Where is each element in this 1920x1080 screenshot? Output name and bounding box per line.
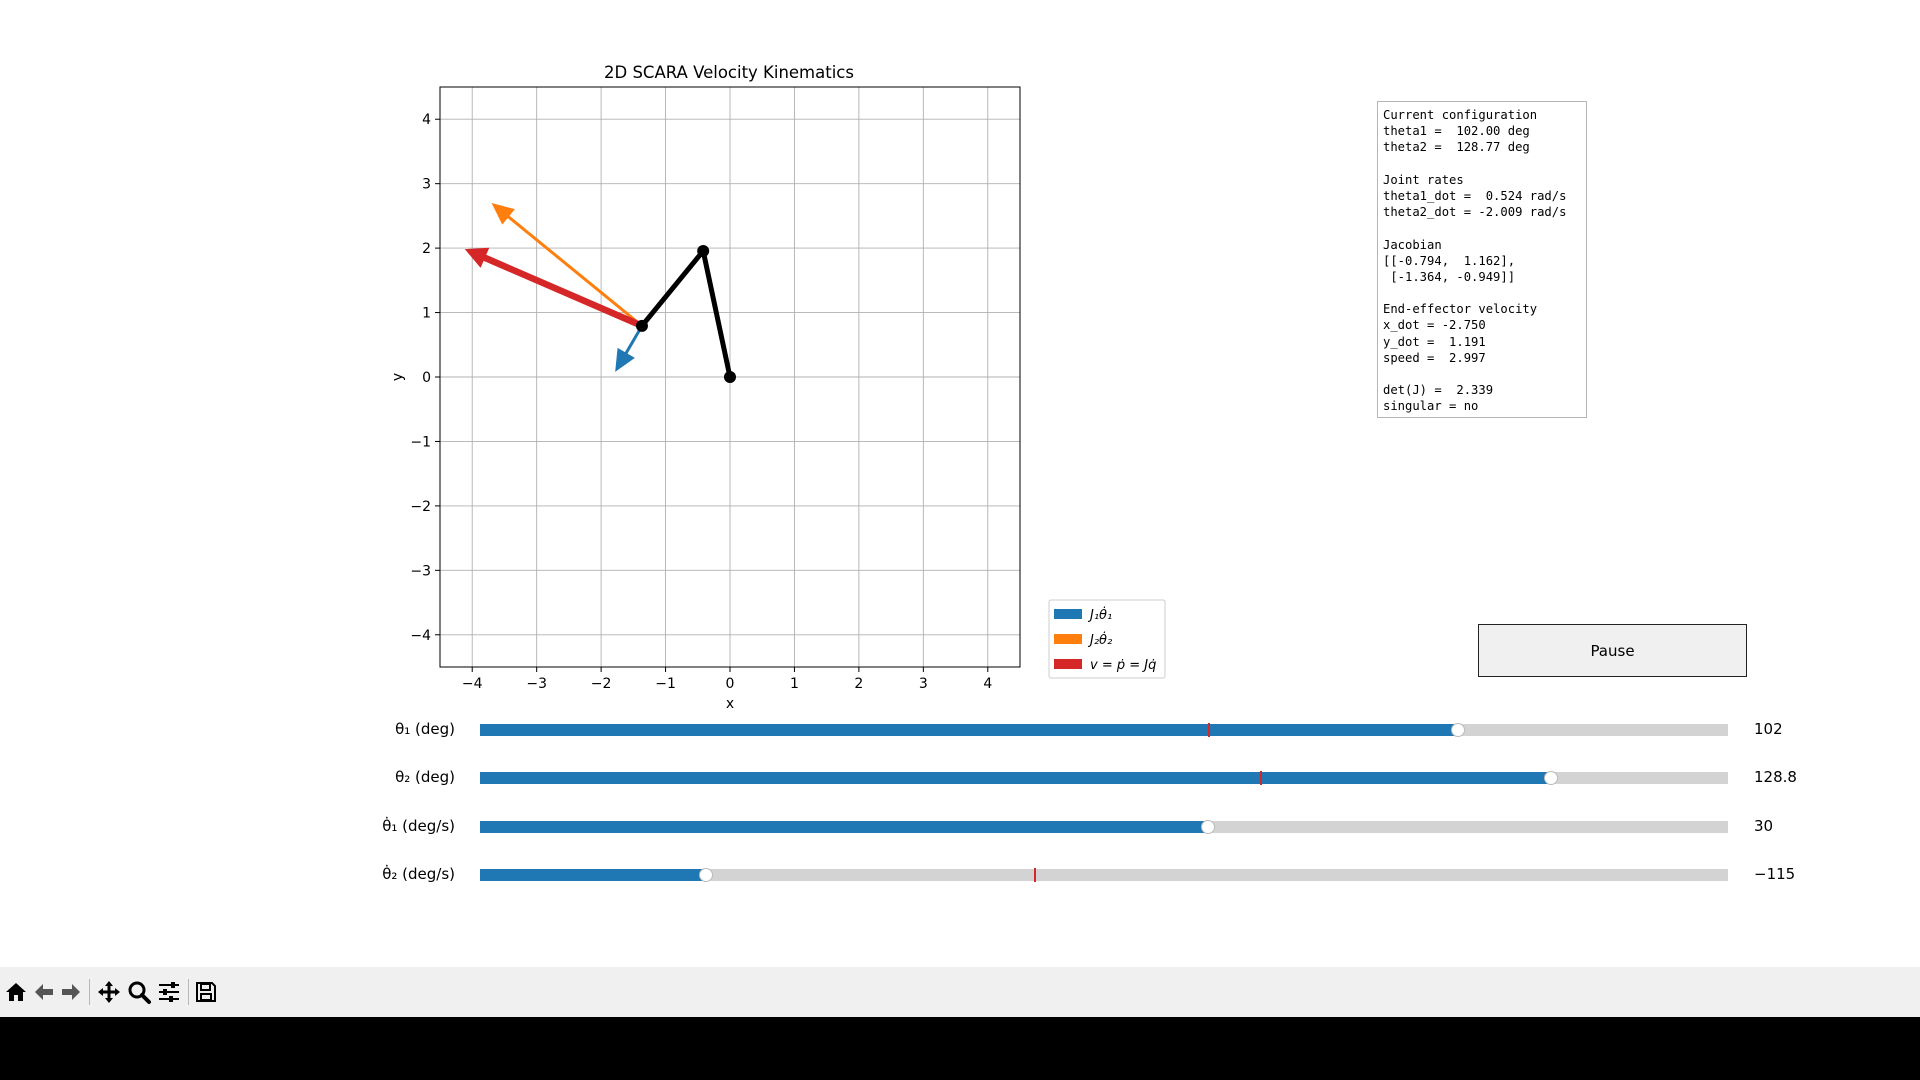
legend-label: v = ṗ = Jq̇ [1090, 658, 1156, 673]
info-line: singular = no [1383, 399, 1479, 414]
legend-label: J₁θ̇₁ [1087, 607, 1112, 623]
x-tick-label: 2 [854, 676, 863, 692]
legend-swatch [1054, 634, 1082, 644]
info-line: Current configuration [1383, 108, 1538, 122]
x-tick-label: 0 [726, 676, 735, 692]
info-panel: Current configuration theta1 = 102.00 deg… [1377, 101, 1587, 418]
slider-fill [480, 869, 706, 881]
slider-value-theta2: 128.8 [1754, 768, 1797, 786]
navigation-toolbar [0, 967, 1920, 1017]
save-icon[interactable] [193, 979, 219, 1005]
robot-arm [635, 244, 736, 383]
x-tick-label: 4 [983, 676, 992, 692]
toolbar-separator [89, 979, 90, 1005]
info-line: theta1 = 102.00 deg [1383, 124, 1530, 139]
info-line: y_dot = 1.191 [1383, 334, 1486, 349]
x-tick-label: −3 [526, 676, 547, 692]
figure-canvas: 2D SCARA Velocity Kinematics −4 −3 −2 −1 0 1 2… [0, 0, 1920, 967]
slider-theta2[interactable] [480, 771, 1728, 785]
info-blank-line [1383, 156, 1586, 172]
plot-area: 2D SCARA Velocity Kinematics −4 −3 −2 −1 0 1 2… [390, 63, 1166, 712]
info-blank-line [1383, 285, 1586, 301]
slider-label-theta1: θ₁ (deg) [395, 720, 455, 738]
info-line: x_dot = -2.750 [1383, 318, 1486, 333]
slider-initial-value-marker [1034, 868, 1037, 882]
x-tick-label: −4 [462, 676, 483, 692]
slider-theta2-dot[interactable] [480, 868, 1728, 882]
x-tick-label: −2 [591, 676, 612, 692]
info-line: speed = 2.997 [1383, 350, 1486, 365]
pan-icon[interactable] [96, 979, 122, 1005]
slider-value-theta2-dot: −115 [1754, 865, 1796, 883]
slider-label-theta1-dot: θ̇₁ (deg/s) [382, 817, 455, 835]
legend-swatch [1054, 609, 1082, 619]
y-tick-label: 1 [422, 306, 431, 322]
info-line: [-1.364, -0.949]] [1383, 269, 1516, 284]
info-line: End-effector velocity [1383, 302, 1538, 317]
slider-initial-value-marker [1207, 723, 1210, 737]
info-blank-line [1383, 366, 1586, 382]
info-blank-line [1383, 220, 1586, 236]
slider-label-theta2-dot: θ̇₂ (deg/s) [382, 865, 455, 883]
slider-fill [480, 772, 1551, 784]
x-tick-label: 3 [919, 676, 928, 692]
slider-handle[interactable] [1451, 723, 1466, 737]
arm-joint [724, 371, 736, 383]
configure-subplots-icon[interactable] [156, 979, 182, 1005]
slider-value-theta1-dot: 30 [1754, 817, 1774, 835]
info-line: det(J) = 2.339 [1383, 383, 1494, 398]
slider-handle[interactable] [1200, 820, 1215, 834]
J2-arrow [491, 203, 643, 327]
info-line: theta1_dot = 0.524 rad/s [1383, 188, 1567, 203]
y-tick-label: −4 [410, 628, 431, 644]
slider-theta1[interactable] [480, 723, 1728, 737]
y-tick-label: 2 [422, 241, 431, 257]
info-line: [[-0.794, 1.162], [1383, 253, 1516, 268]
x-axis-label: x [726, 696, 734, 712]
info-line: Joint rates [1383, 172, 1464, 187]
y-tick-label: −3 [410, 563, 431, 579]
arm-joint [697, 244, 710, 257]
y-axis-label: y [390, 373, 406, 381]
info-line: Jacobian [1383, 237, 1442, 252]
slider-label-theta2: θ₂ (deg) [395, 768, 455, 786]
y-tick-label: −2 [410, 499, 431, 515]
slider-handle[interactable] [1543, 771, 1558, 785]
home-icon[interactable] [3, 979, 29, 1005]
x-tick-label: −1 [655, 676, 676, 692]
slider-fill [480, 821, 1208, 833]
end-effector-joint [635, 319, 648, 332]
axis-ticks: −4 −3 −2 −1 0 1 2 3 4 4 3 2 1 0 −1 −2 −3 −4 [410, 112, 992, 692]
slider-value-theta1: 102 [1754, 720, 1783, 738]
y-tick-label: −1 [410, 434, 431, 450]
slider-fill [480, 724, 1459, 736]
y-tick-label: 0 [422, 370, 431, 386]
legend-label: J₂θ̇₂ [1087, 632, 1112, 648]
velocity-arrows [464, 203, 644, 372]
legend: J₁θ̇₁ J₂θ̇₂ v = ṗ = Jq̇ [1048, 599, 1166, 679]
x-tick-label: 1 [790, 676, 799, 692]
forward-arrow-icon[interactable] [58, 979, 84, 1005]
y-tick-label: 4 [422, 112, 431, 128]
J1-arrow [615, 325, 644, 372]
v-arrow [464, 247, 644, 329]
legend-swatch [1054, 659, 1082, 669]
info-line: theta2 = 128.77 deg [1383, 140, 1530, 155]
info-line: theta2_dot = -2.009 rad/s [1383, 205, 1567, 220]
pause-button[interactable]: Pause [1478, 624, 1747, 677]
slider-handle[interactable] [698, 868, 713, 882]
plot-title: 2D SCARA Velocity Kinematics [604, 63, 854, 82]
y-tick-label: 3 [422, 177, 431, 193]
back-arrow-icon[interactable] [31, 979, 57, 1005]
slider-theta1-dot[interactable] [480, 820, 1728, 834]
zoom-icon[interactable] [126, 979, 152, 1005]
slider-initial-value-marker [1260, 771, 1262, 785]
toolbar-separator [188, 979, 189, 1005]
arm-links [640, 248, 733, 378]
